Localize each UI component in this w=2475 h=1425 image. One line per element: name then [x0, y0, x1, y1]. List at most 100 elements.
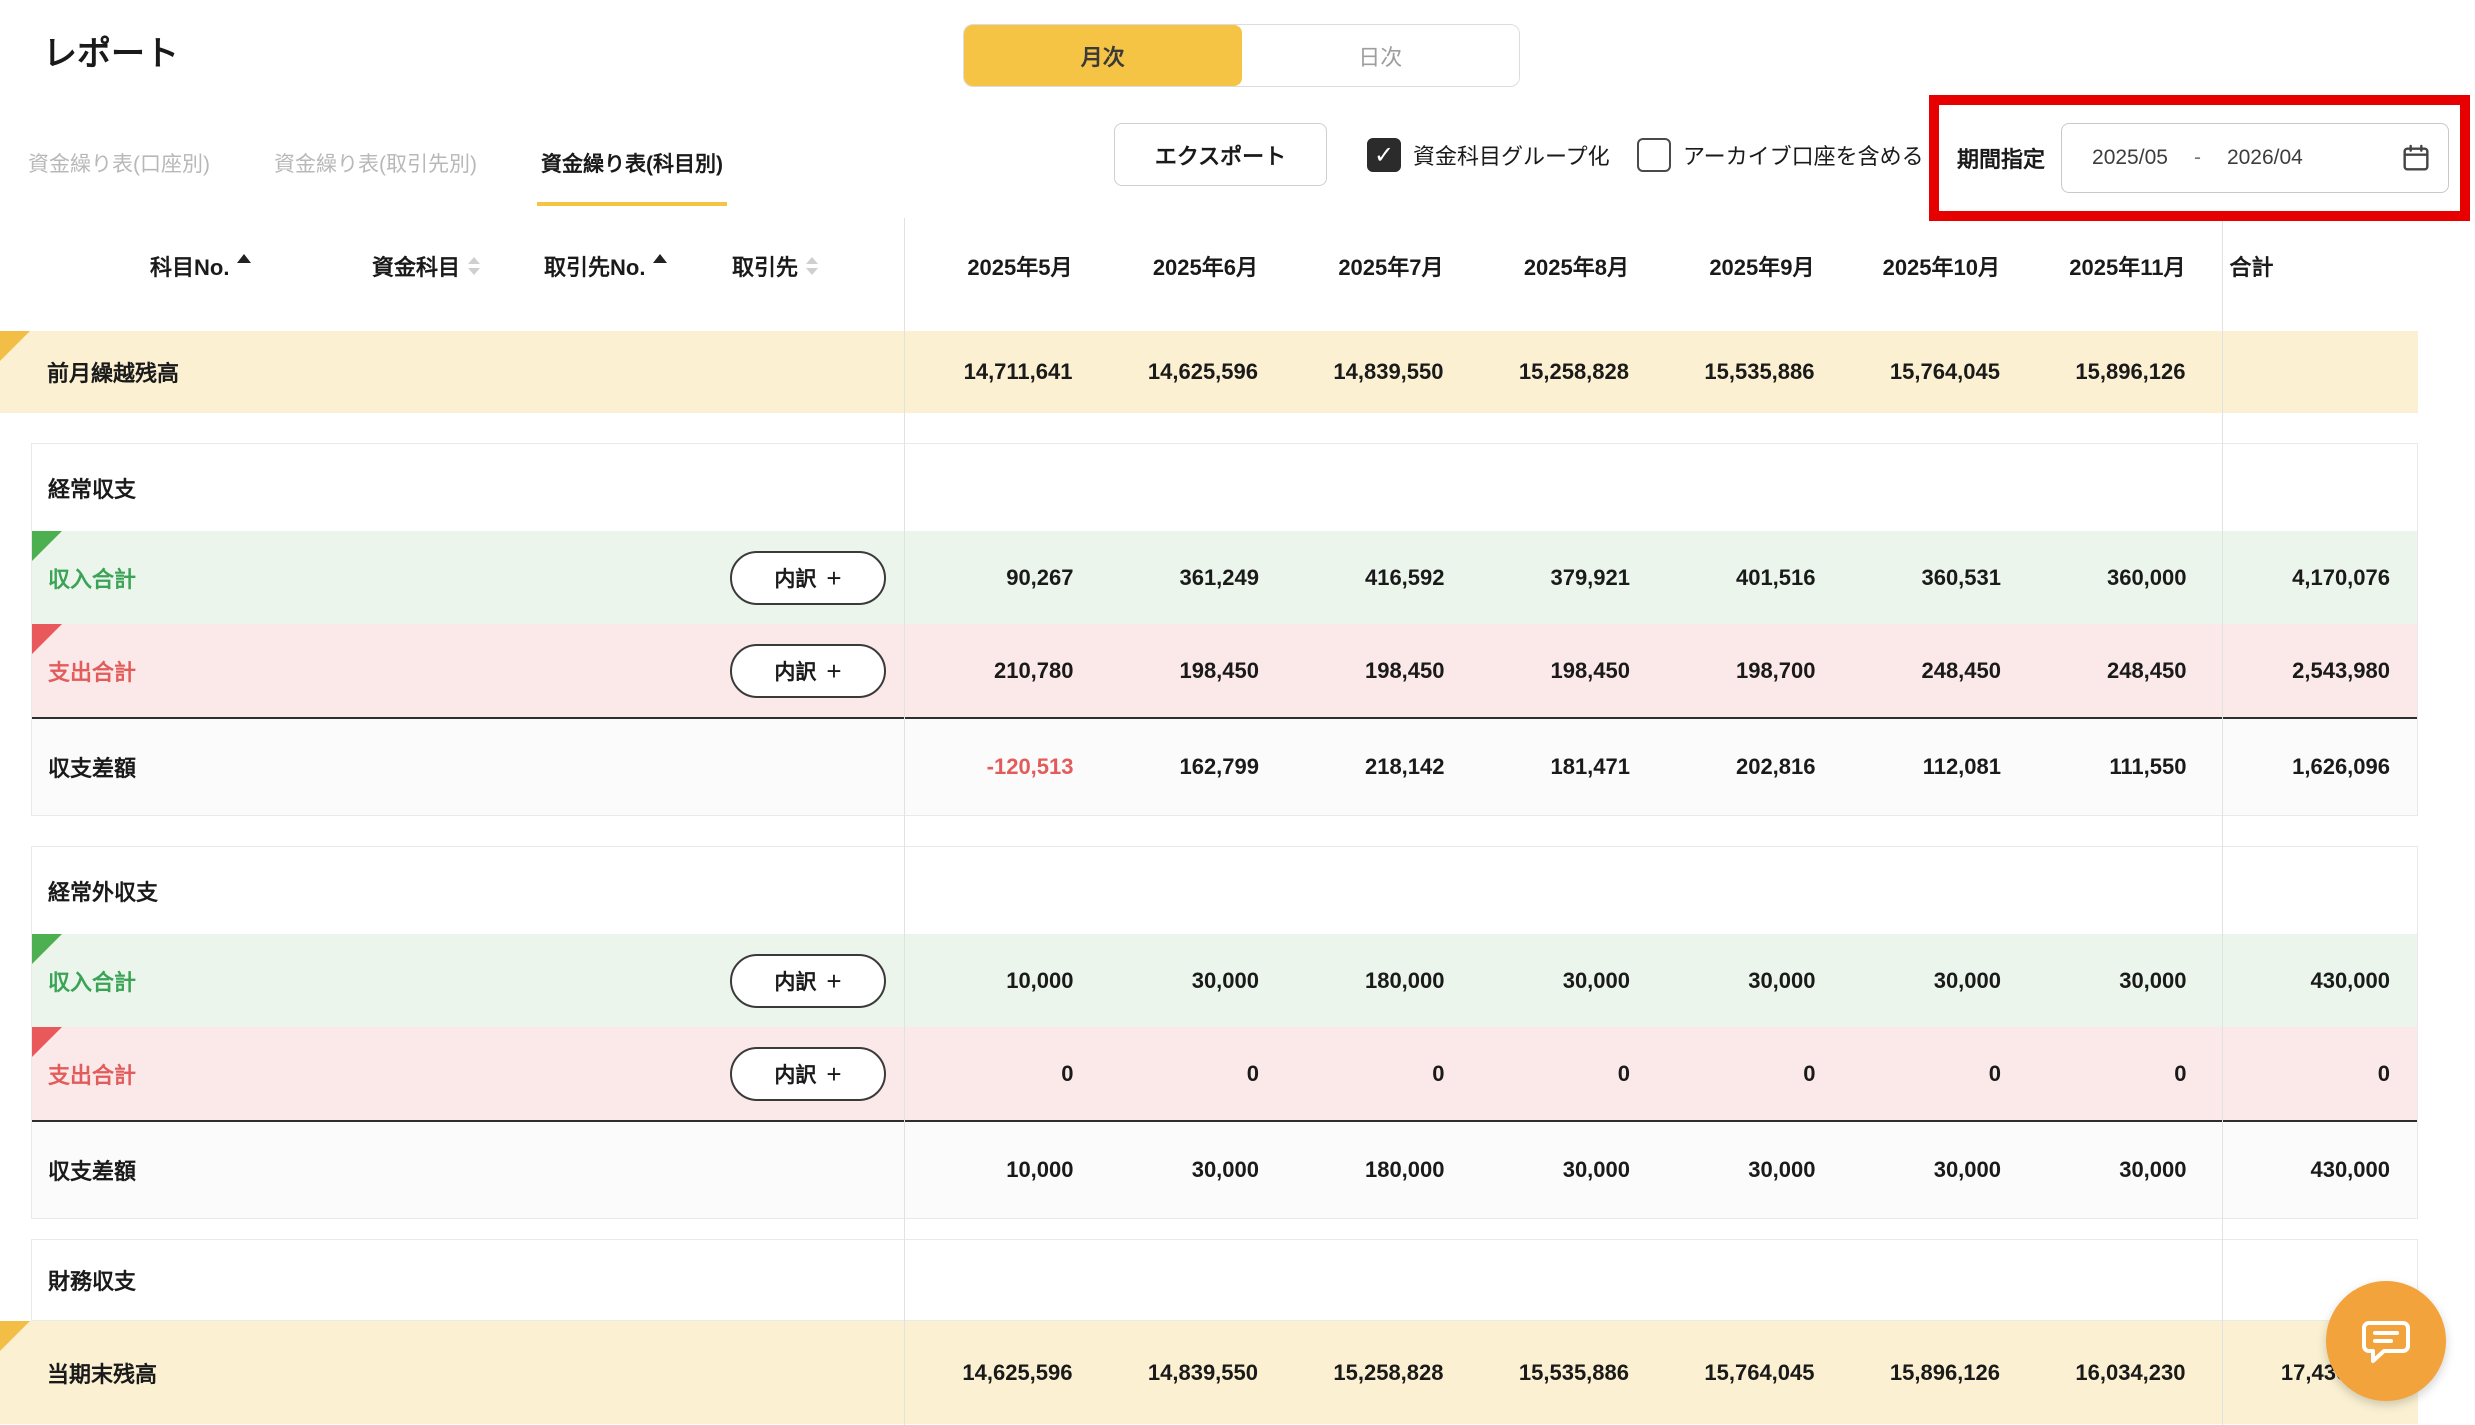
table-header-row: 科目No. 資金科目 取引先No. 取引先 2025年5月 2025年6月 20… — [0, 218, 2418, 313]
cell-value: 10,000 — [905, 968, 1091, 994]
cashflow-table: 科目No. 資金科目 取引先No. 取引先 2025年5月 2025年6月 20… — [0, 218, 2418, 1424]
cell-value: 0 — [1091, 1061, 1277, 1087]
chat-bubble-icon — [2359, 1313, 2413, 1370]
breakdown-label: 内訳 — [774, 656, 816, 686]
cell-value: 14,711,641 — [904, 359, 1090, 385]
chat-button[interactable] — [2326, 1281, 2446, 1401]
corner-triangle-icon — [0, 331, 30, 361]
page-title: レポート — [43, 26, 179, 75]
plus-icon: + — [826, 565, 841, 591]
group-checkbox-row: ✓ 資金科目グループ化 — [1367, 137, 1610, 173]
archive-checkbox[interactable] — [1637, 138, 1671, 172]
tab-cashflow-by-client[interactable]: 資金繰り表(取引先別) — [270, 128, 481, 206]
breakdown-label: 内訳 — [774, 1059, 816, 1089]
col-subject-no-label: 科目No. — [150, 250, 229, 282]
report-tabs: 資金繰り表(口座別) 資金繰り表(取引先別) 資金繰り表(科目別) — [24, 128, 727, 206]
row-label-cell: 収入合計内訳+ — [32, 934, 905, 1027]
row-label: 収入合計 — [48, 562, 136, 594]
cell-value: 15,535,886 — [1646, 359, 1832, 385]
cell-value: 180,000 — [1276, 968, 1462, 994]
month-header: 2025年8月 — [1461, 250, 1647, 282]
col-client-no[interactable]: 取引先No. — [544, 250, 667, 282]
column-divider — [904, 218, 905, 1425]
row-label: 前月繰越残高 — [47, 356, 179, 388]
cell-value: 0 — [1462, 1061, 1648, 1087]
breakdown-button[interactable]: 内訳+ — [730, 954, 886, 1008]
cell-value: 15,764,045 — [1646, 1360, 1832, 1386]
archive-checkbox-label: アーカイブ口座を含める — [1683, 139, 1924, 171]
cell-value: 30,000 — [2018, 968, 2204, 994]
col-client[interactable]: 取引先 — [732, 250, 818, 282]
group-checkbox-label: 資金科目グループ化 — [1413, 139, 1610, 171]
cell-value: 198,450 — [1276, 658, 1462, 684]
section-card: 経常外収支収入合計内訳+10,00030,000180,00030,00030,… — [31, 846, 2418, 1219]
cell-total-value: 430,000 — [2204, 968, 2418, 994]
group-checkbox[interactable]: ✓ — [1367, 138, 1401, 172]
row-label: 支出合計 — [48, 1058, 136, 1090]
row-label-cell: 経常外収支 — [32, 847, 905, 934]
row-label: 支出合計 — [48, 655, 136, 687]
section-header-row: 財務収支 — [32, 1240, 2417, 1320]
table-row: 支出合計内訳+00000000 — [32, 1027, 2417, 1120]
cell-value: 112,081 — [1833, 754, 2019, 780]
toggle-daily-button[interactable]: 日次 — [1242, 25, 1520, 86]
cell-value: 401,516 — [1647, 565, 1833, 591]
period-separator: - — [2194, 146, 2201, 170]
table-body: 前月繰越残高14,711,64114,625,59614,839,55015,2… — [0, 331, 2418, 1424]
cell-value: 180,000 — [1276, 1157, 1462, 1183]
cell-value: 0 — [1833, 1061, 2019, 1087]
toggle-monthly-button[interactable]: 月次 — [964, 25, 1242, 86]
cell-value: 15,896,126 — [1832, 1360, 2018, 1386]
cell-value: 15,535,886 — [1461, 1360, 1647, 1386]
cell-value: 14,839,550 — [1090, 1360, 1276, 1386]
section-header-row: 経常収支 — [32, 444, 2417, 531]
section-label: 財務収支 — [48, 1264, 136, 1296]
table-row: 収支差額10,00030,000180,00030,00030,00030,00… — [32, 1120, 2417, 1218]
month-header: 2025年7月 — [1275, 250, 1461, 282]
cell-value: 111,550 — [2018, 754, 2204, 780]
cell-value: 210,780 — [905, 658, 1091, 684]
export-button[interactable]: エクスポート — [1114, 123, 1327, 186]
cell-value: 416,592 — [1276, 565, 1462, 591]
row-label-cell: 収支差額 — [32, 1122, 905, 1218]
tab-cashflow-by-account[interactable]: 資金繰り表(口座別) — [24, 128, 214, 206]
row-label-cell: 当期末残高 — [0, 1321, 904, 1424]
col-fund-subject-label: 資金科目 — [372, 250, 460, 282]
date-range-input[interactable]: 2025/05 - 2026/04 — [2061, 123, 2449, 193]
cell-value: 0 — [1276, 1061, 1462, 1087]
cell-value: 30,000 — [1647, 1157, 1833, 1183]
plus-icon: + — [826, 968, 841, 994]
table-row: 収入合計内訳+90,267361,249416,592379,921401,51… — [32, 531, 2417, 624]
cell-value: 248,450 — [1833, 658, 2019, 684]
cell-value: 30,000 — [2018, 1157, 2204, 1183]
cell-value: 361,249 — [1091, 565, 1277, 591]
cell-value: 15,896,126 — [2017, 359, 2203, 385]
cell-value: 16,034,230 — [2017, 1360, 2203, 1386]
cell-value: 14,839,550 — [1275, 359, 1461, 385]
check-icon: ✓ — [1374, 141, 1394, 170]
col-fund-subject[interactable]: 資金科目 — [372, 250, 480, 282]
corner-triangle-icon — [32, 531, 62, 561]
plus-icon: + — [826, 1061, 841, 1087]
breakdown-button[interactable]: 内訳+ — [730, 644, 886, 698]
row-label-cell: 収支差額 — [32, 719, 905, 815]
month-header: 2025年6月 — [1090, 250, 1276, 282]
cell-value: 0 — [905, 1061, 1091, 1087]
cell-value: 30,000 — [1833, 968, 2019, 994]
sort-asc-icon — [237, 254, 251, 263]
tab-cashflow-by-category[interactable]: 資金繰り表(科目別) — [537, 128, 727, 206]
corner-triangle-icon — [0, 1321, 30, 1351]
col-subject-no[interactable]: 科目No. — [150, 250, 251, 282]
cell-value: 30,000 — [1091, 1157, 1277, 1183]
sort-asc-icon — [653, 254, 667, 263]
row-label: 当期末残高 — [47, 1357, 157, 1389]
corner-triangle-icon — [32, 1027, 62, 1057]
cell-value: 90,267 — [905, 565, 1091, 591]
cell-total-value: 1,626,096 — [2204, 754, 2418, 780]
section-label: 経常外収支 — [48, 875, 158, 907]
cell-value: 181,471 — [1462, 754, 1648, 780]
breakdown-button[interactable]: 内訳+ — [730, 551, 886, 605]
cell-total-value: 430,000 — [2204, 1157, 2418, 1183]
row-label: 収支差額 — [48, 751, 136, 783]
breakdown-button[interactable]: 内訳 + — [730, 1047, 886, 1101]
